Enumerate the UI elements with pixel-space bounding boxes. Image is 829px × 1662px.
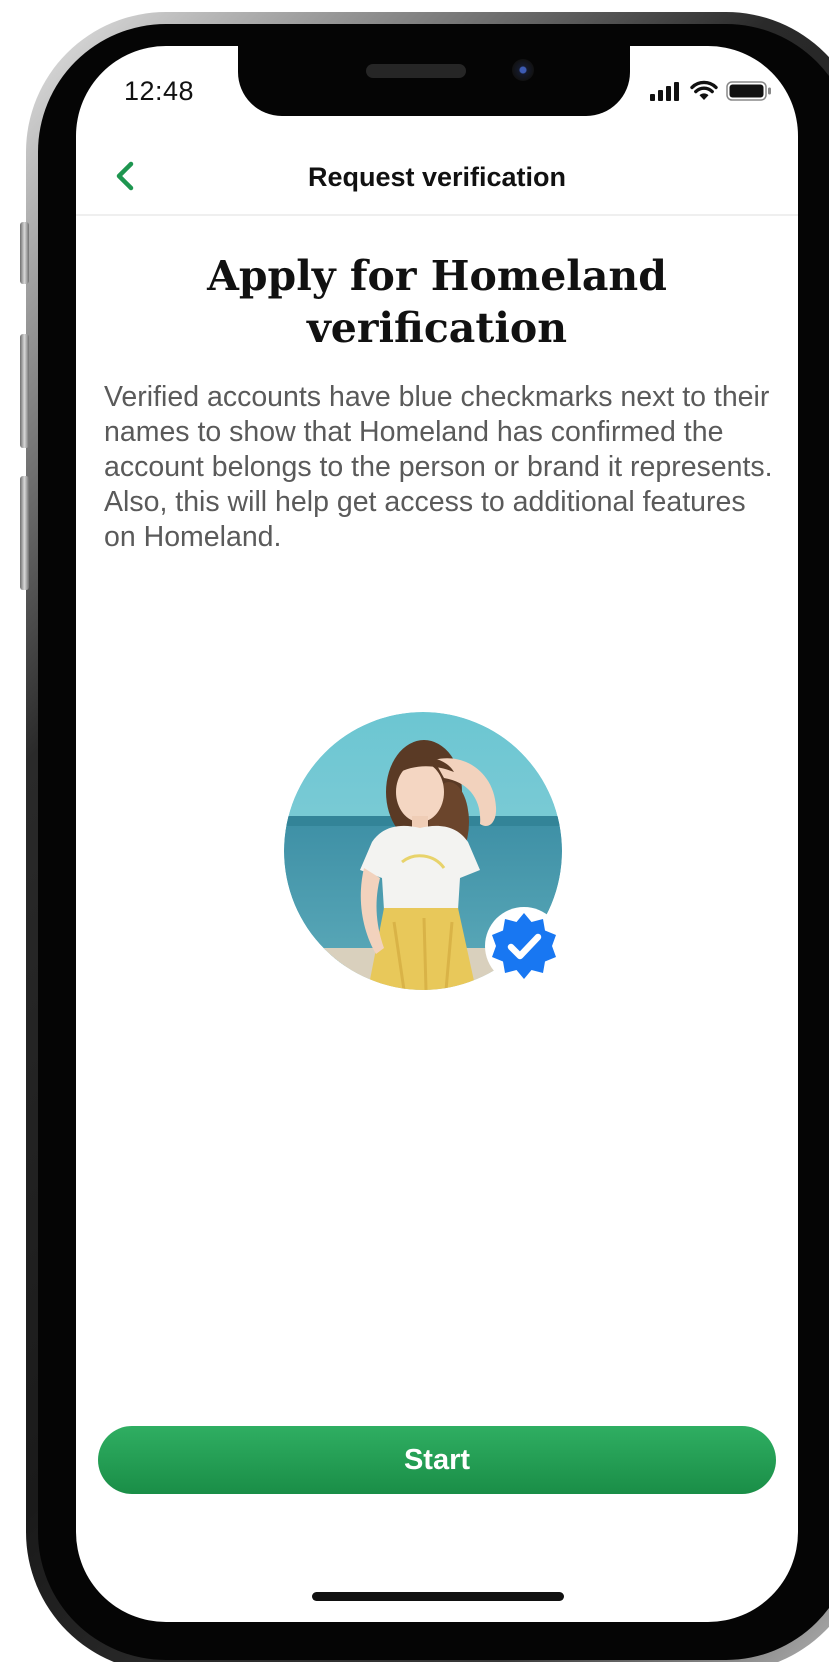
front-camera — [512, 59, 534, 81]
signal-icon — [650, 81, 679, 101]
wifi-icon — [690, 80, 718, 100]
start-button[interactable]: Start — [98, 1426, 776, 1494]
battery-icon — [726, 80, 771, 101]
phone-screen: 12:48 Request verification Apply for Hom… — [76, 46, 798, 1622]
verified-check-icon — [485, 907, 563, 985]
volume-up-button — [20, 334, 29, 448]
status-time: 12:48 — [124, 76, 195, 106]
home-indicator[interactable] — [312, 1592, 564, 1601]
volume-down-button — [20, 476, 29, 590]
nav-title: Request verification — [307, 162, 567, 192]
notch — [238, 46, 630, 116]
stage: 12:48 Request verification Apply for Hom… — [0, 0, 829, 1662]
navigation-bar: Request verification — [76, 146, 798, 216]
status-icons — [650, 80, 772, 101]
verified-avatar — [284, 712, 563, 990]
page-heading: Apply for Homeland verification — [207, 252, 667, 352]
mute-switch — [20, 222, 29, 284]
description-text: Verified accounts have blue checkmarks n… — [104, 381, 773, 553]
speaker-grille — [366, 64, 466, 78]
